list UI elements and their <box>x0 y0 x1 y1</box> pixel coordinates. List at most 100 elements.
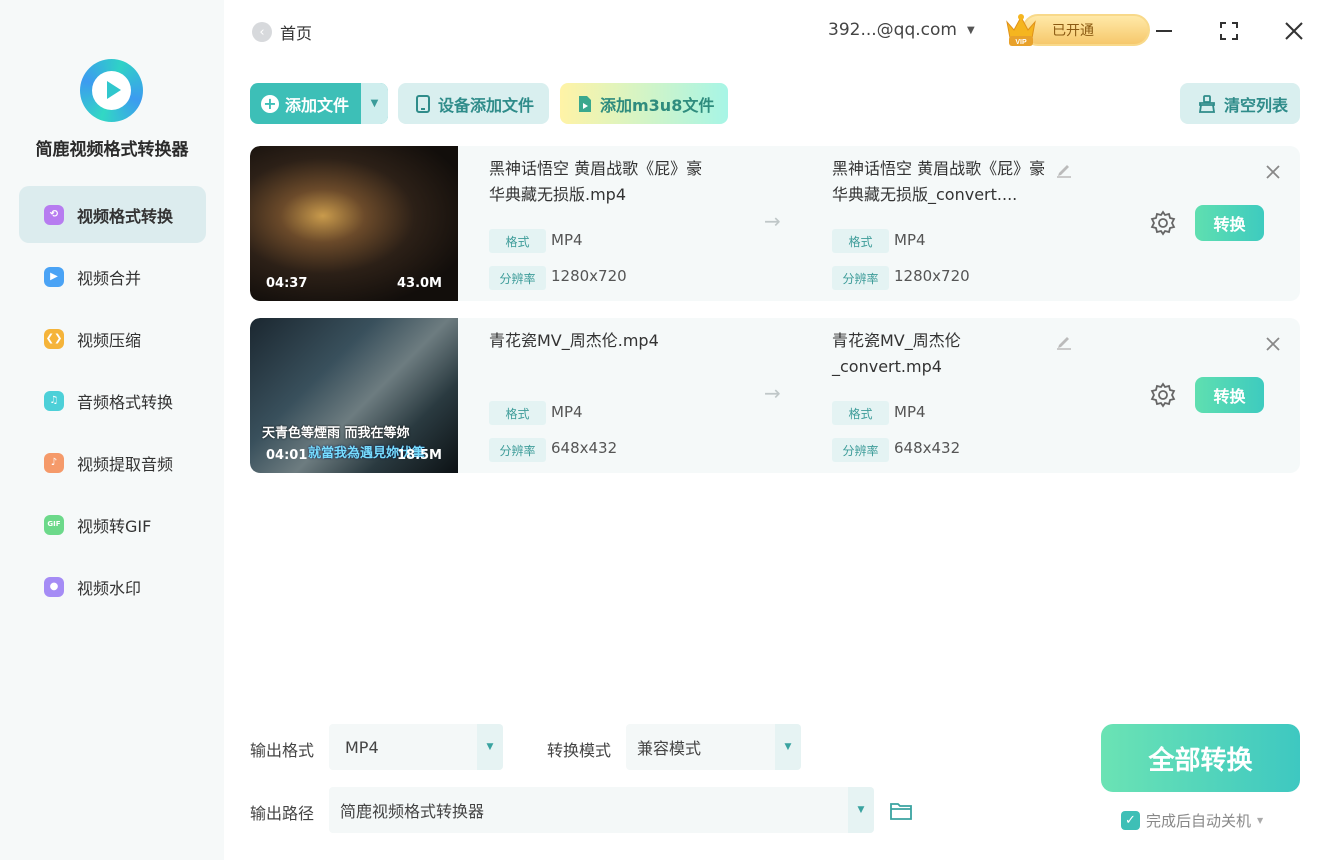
output-format-select[interactable]: MP4 ▼ <box>329 724 503 770</box>
sidebar-item-watermark[interactable]: ● 视频水印 <box>19 558 206 615</box>
add-m3u8-label: 添加m3u8文件 <box>600 95 715 115</box>
auto-shutdown-label: 完成后自动关机 <box>1146 812 1252 830</box>
add-file-dropdown[interactable]: ▼ <box>361 83 388 124</box>
add-m3u8-button[interactable]: 添加m3u8文件 <box>560 83 728 124</box>
source-resolution: 1280x720 <box>551 267 627 285</box>
arrow-right-icon: → <box>764 209 781 233</box>
sidebar-nav: ⟲ 视频格式转换 ▶ 视频合并 ❮❯ 视频压缩 ♫ 音频格式转换 ♪ 视频提取音… <box>19 186 206 620</box>
format-tag: 格式 <box>489 229 546 253</box>
file-card: 天青色等煙雨 而我在等妳 就當我為遇見妳伏筆 04:01 18.5M 青花瓷MV… <box>250 318 1300 473</box>
watermark-icon: ● <box>44 576 64 597</box>
file-card: 04:37 43.0M 黑神话悟空 黄眉战歌《屁》豪华典藏无损版.mp4 格式 … <box>250 146 1300 301</box>
sidebar-item-label: 视频水印 <box>77 578 142 598</box>
device-add-file-button[interactable]: 设备添加文件 <box>398 83 549 124</box>
account-email: 392...@qq.com <box>828 20 957 40</box>
format-tag: 格式 <box>489 401 546 425</box>
video-merge-icon: ▶ <box>44 266 64 287</box>
resolution-tag: 分辨率 <box>489 438 546 462</box>
sidebar-item-label: 视频合并 <box>77 268 142 288</box>
output-format-label: 输出格式 <box>250 741 315 760</box>
extract-audio-icon: ♪ <box>44 452 64 473</box>
sidebar-item-label: 视频提取音频 <box>77 454 174 474</box>
format-tag: 格式 <box>832 229 889 253</box>
minimize-button[interactable] <box>1151 18 1177 44</box>
add-file-label: 添加文件 <box>285 95 350 115</box>
output-path-select[interactable]: 简鹿视频格式转换器 ▼ <box>329 787 874 833</box>
output-path-value: 简鹿视频格式转换器 <box>340 802 485 821</box>
convert-button[interactable]: 转换 <box>1195 205 1264 241</box>
broom-icon <box>1198 94 1216 113</box>
video-duration: 04:01 <box>266 448 308 463</box>
sidebar-item-video-compress[interactable]: ❮❯ 视频压缩 <box>19 310 206 367</box>
edit-pencil-icon[interactable] <box>1056 162 1072 178</box>
settings-gear-icon[interactable] <box>1150 210 1176 236</box>
vip-badge[interactable]: VIP 已开通 <box>1004 12 1150 48</box>
source-format: MP4 <box>551 403 583 421</box>
clear-list-label: 清空列表 <box>1224 95 1289 115</box>
clear-list-button[interactable]: 清空列表 <box>1180 83 1300 124</box>
vip-status: 已开通 <box>1022 14 1150 46</box>
account-menu[interactable]: 392...@qq.com ▼ <box>828 20 975 40</box>
output-format: MP4 <box>894 231 926 249</box>
video-size: 43.0M <box>396 276 442 291</box>
sidebar-item-video-to-gif[interactable]: GIF 视频转GIF <box>19 496 206 553</box>
format-tag: 格式 <box>832 401 889 425</box>
output-path-label: 输出路径 <box>250 804 315 823</box>
video-convert-icon: ⟲ <box>44 204 64 225</box>
auto-shutdown-checkbox[interactable]: ✓ 完成后自动关机 ▼ <box>1121 810 1263 831</box>
remove-file-icon[interactable] <box>1264 335 1282 353</box>
convert-mode-label: 转换模式 <box>547 741 612 760</box>
remove-file-icon[interactable] <box>1264 163 1282 181</box>
gif-icon: GIF <box>44 514 64 535</box>
video-compress-icon: ❮❯ <box>44 328 64 349</box>
edit-pencil-icon[interactable] <box>1056 334 1072 350</box>
video-subtitle-line-1: 天青色等煙雨 而我在等妳 <box>262 426 410 441</box>
output-format-value: MP4 <box>345 737 379 757</box>
maximize-button[interactable] <box>1216 18 1242 44</box>
chevron-down-icon: ▼ <box>966 24 975 36</box>
close-icon <box>1285 22 1303 40</box>
sidebar-item-label: 视频转GIF <box>77 516 152 536</box>
resolution-tag: 分辨率 <box>489 266 546 290</box>
home-link[interactable]: ‹ 首页 <box>252 20 312 44</box>
back-arrow-icon: ‹ <box>252 22 272 42</box>
vip-crown-icon: VIP <box>1006 14 1036 46</box>
output-file-name: 黑神话悟空 黄眉战歌《屁》豪华典藏无损版_convert.... <box>832 159 1046 204</box>
chevron-down-icon: ▼ <box>477 724 503 770</box>
vip-badge-text: VIP <box>1015 39 1027 46</box>
sidebar: 简鹿视频格式转换器 ⟲ 视频格式转换 ▶ 视频合并 ❮❯ 视频压缩 ♫ 音频格式… <box>0 0 224 860</box>
maximize-icon <box>1220 22 1238 40</box>
folder-open-icon[interactable] <box>889 800 913 822</box>
device-add-file-label: 设备添加文件 <box>438 95 535 115</box>
chevron-down-icon: ▼ <box>775 724 801 770</box>
audio-convert-icon: ♫ <box>44 390 64 411</box>
video-size: 18.5M <box>396 448 442 463</box>
convert-mode-select[interactable]: 兼容模式 ▼ <box>626 724 801 770</box>
convert-mode-value: 兼容模式 <box>637 739 702 758</box>
close-window-button[interactable] <box>1281 18 1307 44</box>
chevron-down-icon: ▼ <box>848 787 874 833</box>
sidebar-item-extract-audio[interactable]: ♪ 视频提取音频 <box>19 434 206 491</box>
sidebar-item-video-merge[interactable]: ▶ 视频合并 <box>19 248 206 305</box>
app-logo-icon <box>80 59 143 122</box>
chevron-down-icon: ▼ <box>370 98 379 109</box>
video-thumbnail[interactable]: 04:37 43.0M <box>250 146 458 301</box>
m3u8-file-icon <box>579 95 591 112</box>
sidebar-item-audio-convert[interactable]: ♫ 音频格式转换 <box>19 372 206 429</box>
convert-all-button[interactable]: 全部转换 <box>1101 724 1300 792</box>
minimize-icon <box>1156 30 1172 32</box>
sidebar-item-label: 视频压缩 <box>77 330 142 350</box>
resolution-tag: 分辨率 <box>832 266 889 290</box>
sidebar-item-label: 音频格式转换 <box>77 392 174 412</box>
chevron-down-icon: ▼ <box>1257 816 1264 825</box>
plus-icon: + <box>261 94 279 113</box>
sidebar-item-video-convert[interactable]: ⟲ 视频格式转换 <box>19 186 206 243</box>
video-thumbnail[interactable]: 天青色等煙雨 而我在等妳 就當我為遇見妳伏筆 04:01 18.5M <box>250 318 458 473</box>
sidebar-item-label: 视频格式转换 <box>77 206 174 226</box>
arrow-right-icon: → <box>764 381 781 405</box>
convert-button[interactable]: 转换 <box>1195 377 1264 413</box>
output-file-name: 青花瓷MV_周杰伦_convert.mp4 <box>832 331 961 376</box>
settings-gear-icon[interactable] <box>1150 382 1176 408</box>
phone-icon <box>416 94 430 113</box>
add-file-button[interactable]: + 添加文件 ▼ <box>250 83 388 124</box>
